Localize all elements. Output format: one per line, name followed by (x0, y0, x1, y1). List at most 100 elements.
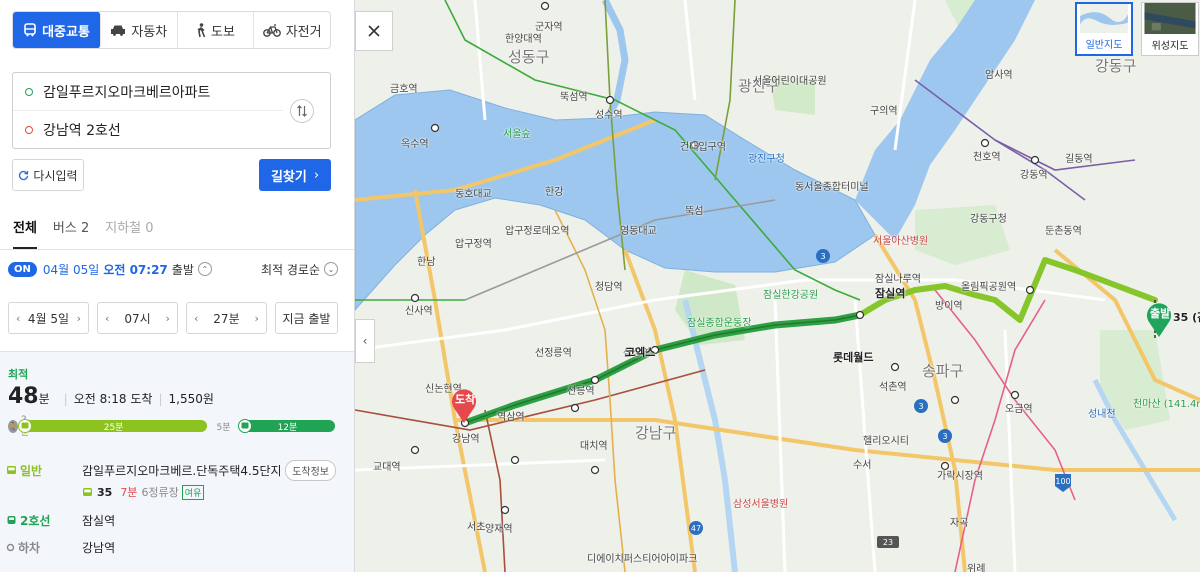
reset-label: 다시입력 (33, 168, 78, 183)
place-label: 잠실한강공원 (763, 290, 819, 301)
origin-marker[interactable]: 출발 (1145, 300, 1173, 342)
station-label: 가락시장역 (937, 471, 983, 482)
on-toggle[interactable]: ON (8, 261, 37, 277)
map-type-satellite[interactable]: 위성지도 (1141, 2, 1199, 56)
district-label: 성동구 (508, 48, 550, 66)
step-label: 2호선 (6, 512, 50, 529)
walk-icon: 🚶 (8, 419, 18, 433)
origin-value: 감일푸르지오마크베르아파트 (43, 84, 211, 101)
place-label: 삼성서울병원 (733, 499, 789, 510)
station-label: 강남역 (452, 434, 480, 445)
station-label: 금호역 (390, 84, 418, 95)
origin-destination-box: 감일푸르지오마크베르아파트 강남역 2호선 (12, 72, 331, 149)
alight-circle-icon (6, 543, 15, 552)
station-label: 방이역 (935, 301, 963, 312)
origin-marker-label: 출발 (1150, 307, 1171, 320)
place-label: 강동구청 (970, 214, 1007, 225)
place-label: 천마산 (141.4m) (1133, 399, 1200, 410)
district-label: 강남구 (635, 424, 677, 442)
step-label: 하차 (6, 539, 40, 556)
subway-icon (237, 419, 252, 433)
destination-input[interactable]: 강남역 2호선 (13, 111, 283, 149)
step-bus-board: 일반 감일푸르지오마크베르.단독주택4.5단지 도착정보 35 7분 6정류장 … (6, 460, 346, 510)
time-steppers: ‹ 4월 5일 › ‹ 07시 › ‹ 27분 › 지금 출발 (8, 302, 338, 334)
station-label: 신사역 (405, 306, 433, 317)
place-label: 롯데월드 (833, 351, 874, 364)
hour-stepper: ‹ 07시 › (96, 302, 178, 334)
bus-info: 35 7분 6정류장 여유 (82, 484, 205, 500)
bus-icon (18, 419, 33, 433)
station-label: 구의역 (870, 106, 898, 117)
origin-input[interactable]: 감일푸르지오마크베르아파트 (13, 73, 283, 111)
road-label: 한남 (417, 257, 436, 268)
svg-text:100: 100 (1055, 477, 1070, 486)
station-label: 선릉역 (567, 386, 595, 397)
search-route-button[interactable]: 길찾기 › (259, 159, 331, 191)
chevron-up-icon[interactable]: ⌃ (197, 262, 212, 276)
place-label: 헬리오시티 (863, 436, 909, 447)
station-label: 석촌역 (879, 382, 907, 393)
minute-stepper: ‹ 27분 › (185, 302, 267, 334)
swap-arrows-icon (297, 105, 307, 117)
bus-icon (83, 487, 92, 496)
timeline-segment-label: 25분 (103, 422, 124, 433)
swap-button[interactable] (290, 99, 314, 123)
departure-time: 오전 07:27 (103, 262, 168, 277)
place-label: 서울어린이대공원 (753, 76, 827, 87)
chevron-left-icon[interactable]: ‹ (16, 312, 20, 325)
station-label: 역삼역 (497, 412, 525, 423)
tab-bus[interactable]: 버스 2 (53, 210, 89, 249)
station-label: 둔촌동역 (1045, 226, 1082, 237)
mode-bike-tab[interactable]: 자전거 (254, 12, 330, 48)
step-alight: 하차 강남역 (6, 537, 346, 564)
destination-marker[interactable]: 도착 (450, 386, 478, 428)
destination-value: 강남역 2호선 (43, 123, 121, 139)
step-stop-name: 감일푸르지오마크베르.단독주택4.5단지 (82, 464, 282, 478)
station-label: 오금역 (1005, 404, 1033, 415)
chevron-right-icon[interactable]: › (255, 312, 259, 325)
chevron-left-icon[interactable]: ‹ (194, 312, 198, 325)
minute-value: 27분 (213, 311, 240, 326)
station-label: 강동역 (1020, 170, 1048, 181)
mode-label: 자전거 (285, 24, 322, 40)
chevron-right-icon[interactable]: › (77, 312, 81, 325)
svg-text:3: 3 (918, 402, 923, 411)
road-label: 위례 (967, 564, 986, 572)
collapse-panel-button[interactable]: ‹ (355, 319, 375, 363)
result-tabs: 전체 버스 2 지하철 0 (0, 210, 354, 250)
close-button[interactable] (355, 11, 393, 51)
map-type-normal[interactable]: 일반지도 (1075, 2, 1133, 56)
map-view[interactable]: 33 47 23 100 3 성동구 광진구 강남구 송파구 강동구 군자역 한양대… (355, 0, 1200, 572)
chevron-right-icon[interactable]: › (166, 312, 170, 325)
svg-text:3: 3 (942, 432, 947, 441)
date-value: 4월 5일 (27, 311, 70, 326)
map-type-label: 일반지도 (1085, 40, 1123, 51)
bicycle-icon (262, 23, 281, 37)
arrival-info-button[interactable]: 도착정보 (285, 460, 336, 481)
route-result-card[interactable]: 최적 48 분 | 오전 8:18 도착 | 1,550원 🚶2분25분5분12… (0, 351, 354, 572)
station-label: 교대역 (373, 462, 401, 473)
timeline-segment-label: 5분 (216, 422, 231, 433)
transport-mode-tabs: 대중교통 자동차 도보 자전거 (12, 11, 331, 49)
bus-eta: 7분 (120, 486, 138, 499)
sort-dropdown[interactable]: 최적 경로순 ⌄ (261, 261, 338, 278)
mode-transit-tab[interactable]: 대중교통 (13, 12, 102, 48)
depart-now-button[interactable]: 지금 출발 (274, 302, 338, 334)
chevron-left-icon[interactable]: ‹ (105, 312, 109, 325)
chevron-down-icon: ⌄ (324, 262, 338, 276)
reset-button[interactable]: 다시입력 (12, 159, 84, 191)
map-type-label: 위성지도 (1151, 41, 1189, 52)
tab-all[interactable]: 전체 (13, 210, 37, 249)
departure-row: ON 04월 05일 오전 07:27 출발 ⌃ 최적 경로순 ⌄ (8, 259, 338, 279)
mode-car-tab[interactable]: 자동차 (101, 12, 178, 48)
place-label: 잠실종합운동장 (687, 318, 752, 329)
station-label: 대치역 (580, 441, 608, 452)
bus-number[interactable]: 35 (97, 486, 112, 499)
timeline-segment-label: 12분 (277, 422, 298, 433)
tab-subway[interactable]: 지하철 0 (105, 210, 153, 249)
mode-label: 자동차 (131, 24, 168, 40)
station-label: 암사역 (985, 70, 1013, 81)
refresh-icon (19, 170, 29, 180)
mode-walk-tab[interactable]: 도보 (178, 12, 255, 48)
timeline-segment-bus: 25분 (18, 419, 208, 433)
